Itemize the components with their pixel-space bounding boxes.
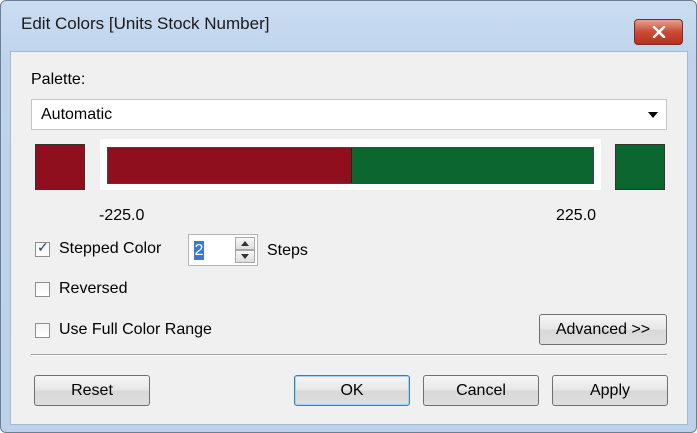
- chevron-down-icon: [648, 112, 658, 118]
- positive-color-swatch[interactable]: [615, 144, 665, 190]
- divider: [31, 354, 667, 356]
- checkmark-icon: ✓: [37, 240, 49, 256]
- cancel-button[interactable]: Cancel: [423, 375, 539, 406]
- reversed-checkbox[interactable]: [35, 282, 50, 297]
- close-button[interactable]: [634, 19, 683, 45]
- stepped-color-label: Stepped Color: [59, 240, 162, 257]
- color-ramp-midpoint: [350, 148, 352, 183]
- steps-decrement-button[interactable]: [235, 250, 255, 263]
- ok-button[interactable]: OK: [294, 375, 410, 406]
- title-bar[interactable]: Edit Colors [Units Stock Number]: [1, 1, 696, 47]
- steps-increment-button[interactable]: [235, 237, 255, 250]
- reset-button[interactable]: Reset: [34, 375, 150, 406]
- stepped-color-checkbox[interactable]: ✓: [35, 240, 50, 257]
- color-ramp: [107, 147, 594, 184]
- dialog-body: Palette: Automatic -225.0 225.0 ✓ Steppe…: [10, 51, 688, 425]
- reversed-label: Reversed: [59, 280, 128, 297]
- color-ramp-container: [100, 139, 601, 190]
- full-color-range-checkbox[interactable]: [35, 323, 50, 338]
- range-max-label: 225.0: [556, 207, 597, 224]
- close-icon: [652, 26, 666, 38]
- steps-spinner[interactable]: 2: [188, 234, 258, 266]
- range-min-label: -225.0: [99, 207, 145, 224]
- full-color-range-label: Use Full Color Range: [59, 321, 212, 338]
- steps-label: Steps: [267, 242, 308, 259]
- palette-selected-value: Automatic: [41, 106, 113, 123]
- advanced-button[interactable]: Advanced >>: [539, 314, 667, 345]
- palette-dropdown[interactable]: Automatic: [31, 99, 667, 130]
- dialog-title: Edit Colors [Units Stock Number]: [21, 14, 270, 33]
- negative-color-swatch[interactable]: [35, 144, 85, 190]
- steps-input[interactable]: 2: [194, 241, 204, 260]
- apply-button[interactable]: Apply: [552, 375, 668, 406]
- palette-label: Palette:: [31, 71, 86, 88]
- color-ramp-negative-segment: [108, 148, 351, 183]
- edit-colors-dialog: Edit Colors [Units Stock Number] Palette…: [0, 0, 697, 433]
- color-ramp-positive-segment: [350, 148, 593, 183]
